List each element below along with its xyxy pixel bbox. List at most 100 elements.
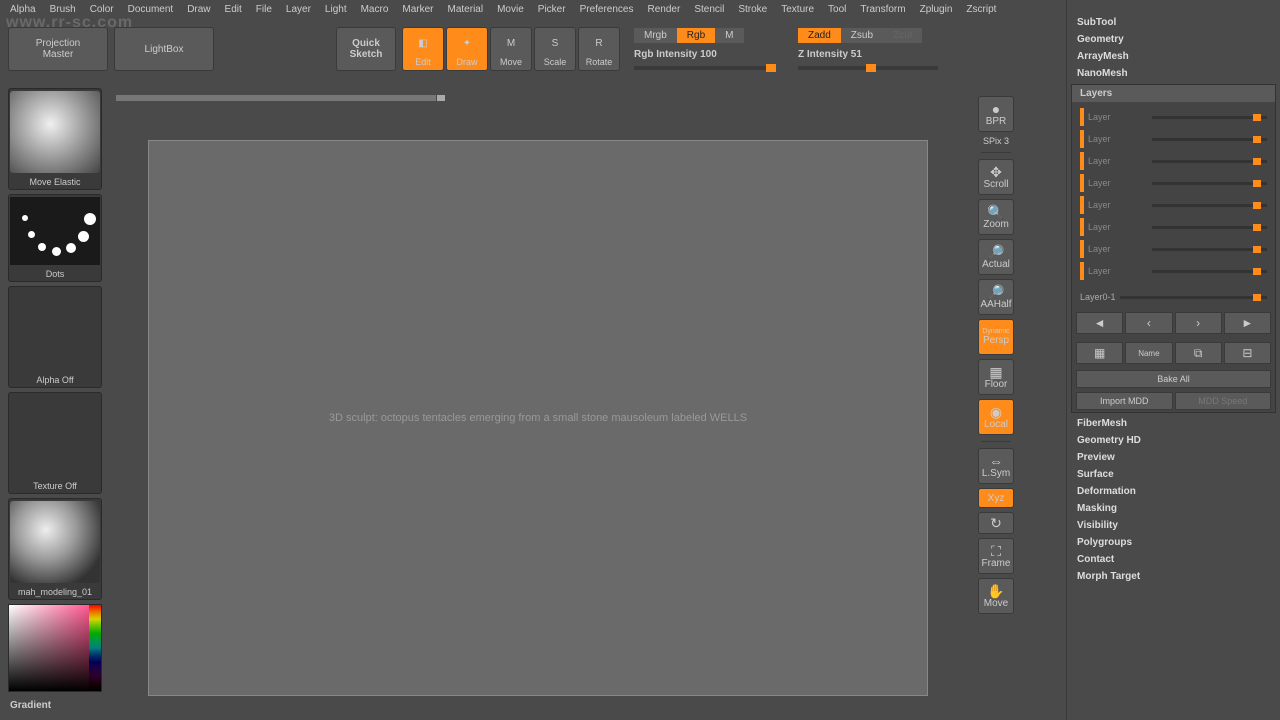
section-morph-target[interactable]: Morph Target: [1067, 568, 1280, 585]
layer-row[interactable]: Layer: [1076, 172, 1271, 194]
mrgb-mode[interactable]: Mrgb: [634, 28, 677, 43]
menu-render[interactable]: Render: [642, 3, 687, 16]
section-deformation[interactable]: Deformation: [1067, 483, 1280, 500]
move-view-button[interactable]: ✋Move: [978, 578, 1014, 614]
menu-texture[interactable]: Texture: [775, 3, 820, 16]
layer-nav-prev[interactable]: ‹: [1125, 312, 1172, 334]
material-preview: [10, 501, 100, 583]
menu-edit[interactable]: Edit: [219, 3, 248, 16]
menu-movie[interactable]: Movie: [491, 3, 530, 16]
layer-row[interactable]: Layer: [1076, 128, 1271, 150]
section-surface[interactable]: Surface: [1067, 466, 1280, 483]
edit-button[interactable]: ◧Edit: [402, 27, 444, 71]
menu-draw[interactable]: Draw: [181, 3, 216, 16]
zsub-mode[interactable]: Zsub: [841, 28, 883, 43]
menu-zplugin[interactable]: Zplugin: [914, 3, 959, 16]
hue-strip[interactable]: [89, 605, 101, 691]
xyz-button[interactable]: Xyz: [978, 488, 1014, 508]
bpr-button[interactable]: ●BPR: [978, 96, 1014, 132]
lsym-button[interactable]: ⇔L.Sym: [978, 448, 1014, 484]
draw-button[interactable]: ✦Draw: [446, 27, 488, 71]
layer-thumb-button[interactable]: ▦: [1076, 342, 1123, 364]
section-subtool[interactable]: SubTool: [1067, 14, 1280, 31]
zadd-mode[interactable]: Zadd: [798, 28, 841, 43]
menu-layer[interactable]: Layer: [280, 3, 317, 16]
zoom-button[interactable]: 🔍Zoom: [978, 199, 1014, 235]
local-button[interactable]: ◉Local: [978, 399, 1014, 435]
menu-picker[interactable]: Picker: [532, 3, 572, 16]
menu-file[interactable]: File: [250, 3, 278, 16]
move-button[interactable]: MMove: [490, 27, 532, 71]
frame-button[interactable]: ⛶Frame: [978, 538, 1014, 574]
floor-button[interactable]: ▦Floor: [978, 359, 1014, 395]
texture-preview: [10, 395, 100, 477]
color-picker[interactable]: [8, 604, 102, 692]
menu-stroke[interactable]: Stroke: [732, 3, 773, 16]
layer-row[interactable]: Layer: [1076, 150, 1271, 172]
layer-row[interactable]: Layer: [1076, 194, 1271, 216]
section-geometry-hd[interactable]: Geometry HD: [1067, 432, 1280, 449]
layers-panel: Layers LayerLayerLayerLayerLayerLayerLay…: [1071, 84, 1276, 413]
brush-tile[interactable]: Move Elastic: [8, 88, 102, 190]
layer-dup-button[interactable]: ⧉: [1175, 342, 1222, 364]
actual-button[interactable]: 🔎Actual: [978, 239, 1014, 275]
z-mode-toggle[interactable]: Zadd Zsub Zcut: [798, 28, 938, 43]
layer-nav-next[interactable]: ›: [1175, 312, 1222, 334]
section-visibility[interactable]: Visibility: [1067, 517, 1280, 534]
layer-row[interactable]: Layer: [1076, 260, 1271, 282]
alpha-tile[interactable]: Alpha Off: [8, 286, 102, 388]
left-panel: Move Elastic Dots Alpha Off Texture Off …: [8, 88, 106, 715]
texture-tile[interactable]: Texture Off: [8, 392, 102, 494]
menu-light[interactable]: Light: [319, 3, 353, 16]
section-arraymesh[interactable]: ArrayMesh: [1067, 48, 1280, 65]
material-tile[interactable]: mah_modeling_01: [8, 498, 102, 600]
section-contact[interactable]: Contact: [1067, 551, 1280, 568]
bake-all-button[interactable]: Bake All: [1076, 370, 1271, 388]
viewport[interactable]: 3D sculpt: octopus tentacles emerging fr…: [148, 140, 928, 696]
rotate-button[interactable]: RRotate: [578, 27, 620, 71]
menu-zscript[interactable]: Zscript: [960, 3, 1002, 16]
persp-button[interactable]: DynamicPersp: [978, 319, 1014, 355]
layer-nav-last[interactable]: ►: [1224, 312, 1271, 334]
layer-del-button[interactable]: ⊟: [1224, 342, 1271, 364]
m-mode[interactable]: M: [715, 28, 743, 43]
menu-tool[interactable]: Tool: [822, 3, 852, 16]
section-masking[interactable]: Masking: [1067, 500, 1280, 517]
menu-marker[interactable]: Marker: [396, 3, 439, 16]
rgb-intensity-slider[interactable]: [634, 66, 774, 70]
stroke-preview: [10, 197, 100, 265]
timeline-scrubber[interactable]: [116, 95, 1016, 103]
menu-stencil[interactable]: Stencil: [688, 3, 730, 16]
layers-header[interactable]: Layers: [1072, 85, 1275, 102]
layer-row[interactable]: Layer: [1076, 238, 1271, 260]
mdd-speed-button[interactable]: MDD Speed: [1175, 392, 1272, 410]
menu-macro[interactable]: Macro: [355, 3, 395, 16]
projection-master-button[interactable]: Projection Master: [8, 27, 108, 71]
rgb-intensity-label: Rgb Intensity 100: [634, 49, 774, 60]
menu-transform[interactable]: Transform: [854, 3, 911, 16]
rgb-mode[interactable]: Rgb: [677, 28, 715, 43]
layer-footer-label: Layer0-1: [1080, 292, 1116, 302]
layer-nav-first[interactable]: ◄: [1076, 312, 1123, 334]
aahalf-button[interactable]: 🔎AAHalf: [978, 279, 1014, 315]
scale-button[interactable]: SScale: [534, 27, 576, 71]
spix-label: SPix 3: [983, 136, 1009, 146]
menu-preferences[interactable]: Preferences: [574, 3, 640, 16]
layer-row[interactable]: Layer: [1076, 106, 1271, 128]
layer-row[interactable]: Layer: [1076, 216, 1271, 238]
menu-material[interactable]: Material: [442, 3, 490, 16]
section-preview[interactable]: Preview: [1067, 449, 1280, 466]
section-fibermesh[interactable]: FiberMesh: [1067, 415, 1280, 432]
scroll-button[interactable]: ✥Scroll: [978, 159, 1014, 195]
stroke-tile[interactable]: Dots: [8, 194, 102, 282]
quick-sketch-button[interactable]: Quick Sketch: [336, 27, 396, 71]
rotate-view-button[interactable]: ↻: [978, 512, 1014, 534]
layer-name-button[interactable]: Name: [1125, 342, 1172, 364]
section-nanomesh[interactable]: NanoMesh: [1067, 65, 1280, 82]
rgb-mode-toggle[interactable]: Mrgb Rgb M: [634, 28, 774, 43]
z-intensity-slider[interactable]: [798, 66, 938, 70]
lightbox-button[interactable]: LightBox: [114, 27, 214, 71]
section-geometry[interactable]: Geometry: [1067, 31, 1280, 48]
section-polygroups[interactable]: Polygroups: [1067, 534, 1280, 551]
import-mdd-button[interactable]: Import MDD: [1076, 392, 1173, 410]
